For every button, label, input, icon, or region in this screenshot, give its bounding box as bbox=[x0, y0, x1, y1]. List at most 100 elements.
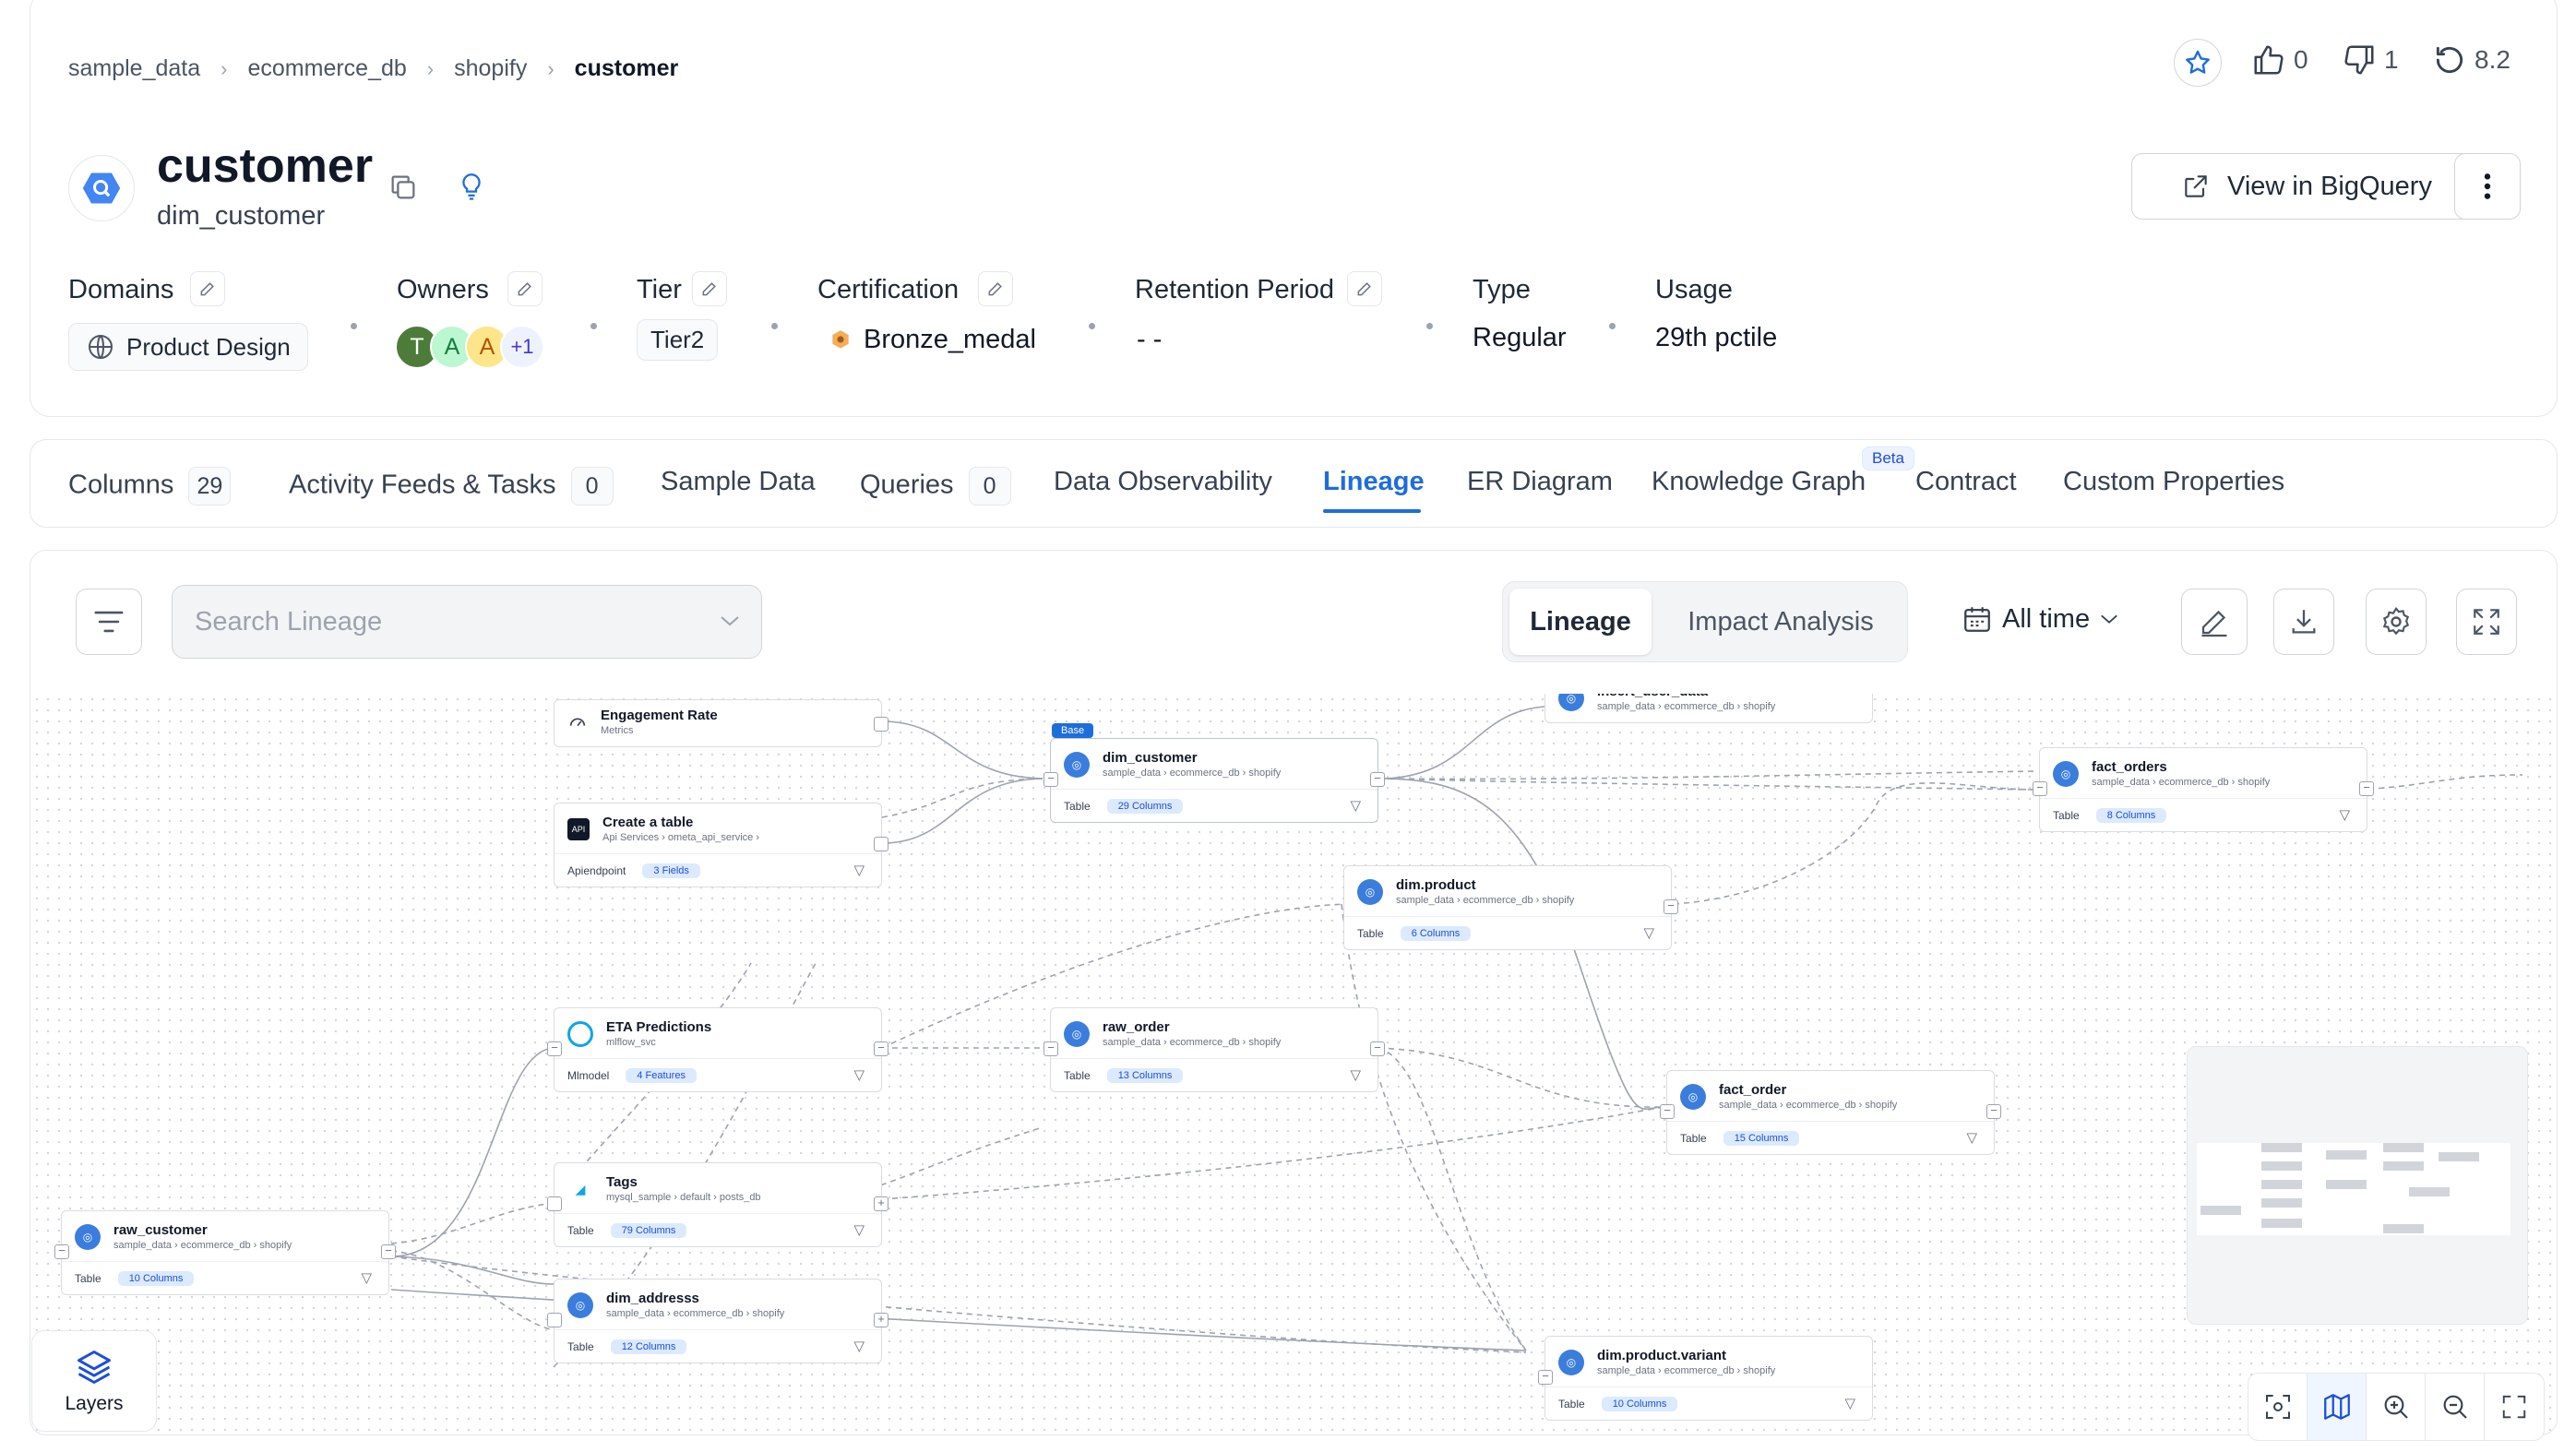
edge-handle[interactable]: − bbox=[1538, 1370, 1553, 1385]
tab-queries[interactable]: Queries 0 bbox=[860, 467, 1011, 506]
expand-handle[interactable]: + bbox=[874, 1313, 888, 1327]
tab-custom-properties[interactable]: Custom Properties bbox=[2063, 467, 2284, 497]
edit-owners-button[interactable] bbox=[507, 271, 543, 306]
filter-icon[interactable]: ▽ bbox=[853, 862, 865, 878]
settings-button[interactable] bbox=[2366, 589, 2427, 655]
upvote-button[interactable]: 0 bbox=[2251, 42, 2308, 77]
filter-icon[interactable]: ▽ bbox=[853, 1338, 865, 1354]
lineage-node-create-table[interactable]: API Create a table Api Services › ometa_a… bbox=[554, 803, 888, 887]
edge-handle[interactable]: − bbox=[1370, 1041, 1385, 1056]
edge-handle[interactable]: − bbox=[874, 1041, 888, 1056]
filter-icon[interactable]: ▽ bbox=[1350, 1066, 1361, 1083]
columns-pill[interactable]: 29 Columns bbox=[1106, 798, 1184, 814]
lineage-node-dim-product[interactable]: ◎ dim.product sample_data › ecommerce_db … bbox=[1343, 865, 1678, 950]
columns-pill[interactable]: 10 Columns bbox=[1601, 1396, 1678, 1411]
edge-handle[interactable]: − bbox=[1660, 1104, 1675, 1119]
filter-icon[interactable]: ▽ bbox=[853, 1221, 865, 1238]
lineage-node-dim-address[interactable]: ◎ dim_addresss sample_data › ecommerce_db… bbox=[547, 1279, 888, 1363]
features-pill[interactable]: 4 Features bbox=[626, 1067, 697, 1083]
canvas-fullscreen-button[interactable] bbox=[2485, 1374, 2544, 1440]
edge-handle[interactable] bbox=[874, 837, 888, 851]
lineage-canvas[interactable]: Engagement Rate Metrics API Create a tabl… bbox=[31, 694, 2559, 1432]
edge-handle[interactable]: − bbox=[2359, 781, 2374, 796]
follow-button[interactable] bbox=[2174, 39, 2222, 87]
breadcrumb-item[interactable]: sample_data bbox=[68, 55, 200, 82]
fit-view-button[interactable] bbox=[2248, 1374, 2308, 1440]
filter-icon[interactable]: ▽ bbox=[853, 1066, 865, 1083]
expand-handle[interactable]: + bbox=[874, 1196, 888, 1211]
edge-handle[interactable]: − bbox=[547, 1041, 562, 1056]
search-lineage-input[interactable]: Search Lineage bbox=[172, 585, 762, 659]
edge-handle[interactable] bbox=[547, 1196, 562, 1211]
fullscreen-button[interactable] bbox=[2456, 589, 2517, 655]
edge-handle[interactable]: − bbox=[1044, 1041, 1058, 1056]
columns-pill[interactable]: 6 Columns bbox=[1400, 925, 1472, 941]
time-filter-dropdown[interactable]: All time bbox=[1962, 603, 2119, 635]
minimap-toggle-button[interactable] bbox=[2308, 1374, 2367, 1440]
edge-handle[interactable]: − bbox=[381, 1244, 396, 1259]
filter-icon[interactable]: ▽ bbox=[1643, 924, 1654, 941]
download-button[interactable] bbox=[2273, 589, 2334, 655]
zoom-out-button[interactable] bbox=[2426, 1374, 2485, 1440]
mode-lineage-button[interactable]: Lineage bbox=[1509, 589, 1652, 655]
lineage-node-tags[interactable]: ◢ Tags mysql_sample › default › posts_db … bbox=[547, 1162, 888, 1247]
edge-handle[interactable]: − bbox=[1044, 772, 1058, 787]
edge-handle[interactable]: − bbox=[2033, 781, 2047, 796]
columns-pill[interactable]: 10 Columns bbox=[117, 1270, 195, 1286]
minimap[interactable] bbox=[2187, 1046, 2528, 1325]
tab-contract[interactable]: Contract bbox=[1915, 467, 2017, 497]
columns-pill[interactable]: 8 Columns bbox=[2095, 807, 2167, 823]
tab-sample-data[interactable]: Sample Data bbox=[661, 467, 816, 497]
lineage-node-insert-user[interactable]: ◎ insert_user_datasample_data › ecommerc… bbox=[1544, 694, 1873, 723]
lineage-node-raw-order[interactable]: ◎ raw_order sample_data › ecommerce_db › … bbox=[1044, 1007, 1385, 1092]
filter-icon[interactable]: ▽ bbox=[2339, 806, 2350, 823]
tab-columns[interactable]: Columns 29 bbox=[68, 467, 232, 506]
columns-pill[interactable]: 13 Columns bbox=[1106, 1067, 1184, 1083]
edit-retention-button[interactable] bbox=[1347, 271, 1382, 306]
edge-handle[interactable] bbox=[547, 1313, 562, 1327]
tab-knowledge-graph[interactable]: Knowledge Graph bbox=[1652, 467, 1866, 497]
edit-lineage-button[interactable] bbox=[2181, 589, 2248, 655]
edge-handle[interactable] bbox=[874, 717, 888, 732]
edit-certification-button[interactable] bbox=[978, 271, 1013, 306]
owners-avatars[interactable]: T A A +1 bbox=[395, 325, 544, 369]
columns-pill[interactable]: 15 Columns bbox=[1723, 1130, 1800, 1146]
filter-icon[interactable]: ▽ bbox=[361, 1269, 372, 1286]
suggestion-button[interactable] bbox=[456, 170, 487, 208]
mode-impact-analysis-button[interactable]: Impact Analysis bbox=[1661, 589, 1901, 655]
zoom-in-button[interactable] bbox=[2367, 1374, 2426, 1440]
downvote-button[interactable]: 1 bbox=[2342, 42, 2399, 77]
lineage-node-fact-order[interactable]: ◎ fact_order sample_data › ecommerce_db ›… bbox=[1660, 1070, 2001, 1155]
edge-handle[interactable]: − bbox=[1664, 899, 1678, 914]
edge-handle[interactable]: − bbox=[54, 1244, 69, 1259]
lineage-node-fact-orders[interactable]: ◎ fact_orders sample_data › ecommerce_db … bbox=[2033, 747, 2374, 832]
version-button[interactable]: 8.2 bbox=[2432, 42, 2510, 77]
layers-button[interactable]: Layers bbox=[31, 1330, 157, 1432]
tab-activity-feeds[interactable]: Activity Feeds & Tasks 0 bbox=[289, 467, 614, 506]
breadcrumb-item[interactable]: shopify bbox=[454, 55, 527, 82]
view-in-bigquery-button[interactable]: View in BigQuery bbox=[2131, 153, 2482, 220]
edge-handle[interactable]: − bbox=[1986, 1104, 2001, 1119]
copy-button[interactable] bbox=[388, 172, 419, 208]
tab-lineage[interactable]: Lineage bbox=[1323, 467, 1425, 497]
tab-er-diagram[interactable]: ER Diagram bbox=[1467, 467, 1613, 497]
tab-data-observability[interactable]: Data Observability bbox=[1054, 467, 1272, 497]
columns-pill[interactable]: 79 Columns bbox=[610, 1222, 687, 1238]
filter-icon[interactable]: ▽ bbox=[1350, 797, 1361, 814]
edge-handle[interactable]: − bbox=[1370, 772, 1385, 787]
domain-chip[interactable]: Product Design bbox=[68, 323, 308, 371]
lineage-node-engagement-rate[interactable]: Engagement Rate Metrics bbox=[554, 699, 888, 747]
lineage-node-eta-predictions[interactable]: ETA Predictions mlflow_svc Mlmodel 4 Featu… bbox=[547, 1007, 888, 1092]
filter-button[interactable] bbox=[76, 589, 142, 655]
edit-tier-button[interactable] bbox=[692, 271, 727, 306]
lineage-node-dim-customer[interactable]: ◎ dim_customer sample_data › ecommerce_db… bbox=[1044, 738, 1385, 823]
lineage-node-dim-product-variant[interactable]: ◎ dim.product.variant sample_data › ecomm… bbox=[1538, 1336, 1873, 1421]
lineage-node-raw-customer[interactable]: ◎ raw_customer sample_data › ecommerce_db… bbox=[54, 1210, 396, 1295]
columns-pill[interactable]: 12 Columns bbox=[610, 1339, 687, 1354]
columns-pill[interactable]: 3 Fields bbox=[642, 863, 700, 878]
filter-icon[interactable]: ▽ bbox=[1844, 1395, 1855, 1411]
breadcrumb-item[interactable]: ecommerce_db bbox=[247, 55, 406, 82]
tier-chip[interactable]: Tier2 bbox=[637, 319, 719, 361]
more-options-button[interactable] bbox=[2454, 153, 2521, 220]
edit-domains-button[interactable] bbox=[190, 271, 225, 306]
